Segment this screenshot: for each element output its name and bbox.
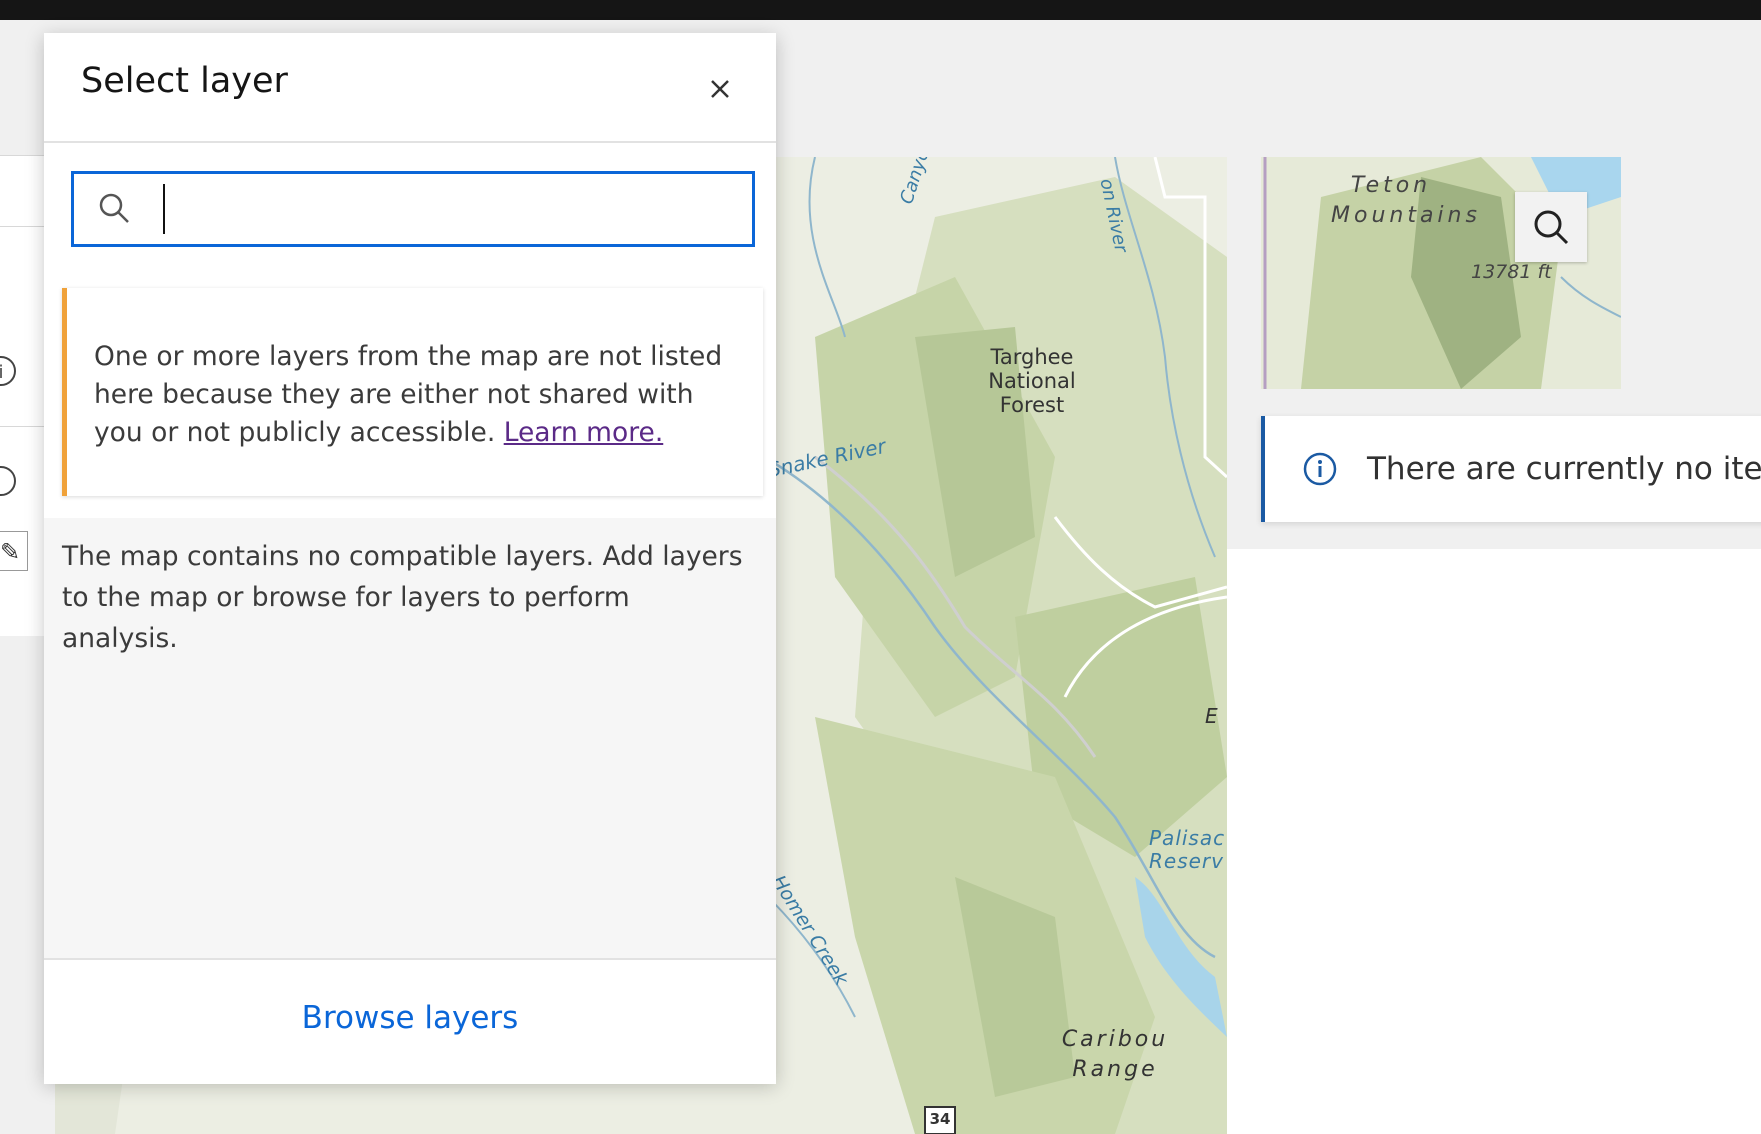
layer-list-area: The map contains no compatible layers. A… [44, 518, 776, 958]
divider [0, 226, 46, 227]
search-icon [99, 193, 129, 223]
empty-message: The map contains no compatible layers. A… [62, 541, 743, 654]
warning-message: One or more layers from the map are not … [94, 338, 734, 452]
layer-search-input[interactable] [166, 184, 740, 236]
map-label-caribou: Caribou Range [1061, 1027, 1169, 1082]
top-bar [0, 0, 1761, 20]
warning-notice: One or more layers from the map are not … [62, 288, 763, 496]
text-caret [163, 184, 165, 234]
learn-more-link[interactable]: Learn more. [504, 417, 664, 448]
info-icon [1303, 452, 1337, 486]
dialog-header: Select layer [44, 33, 776, 143]
overview-label-teton: Teton Mountains [1331, 173, 1481, 228]
overview-label-elevation: 13781 ft [1471, 261, 1552, 283]
info-notice: There are currently no item [1261, 416, 1761, 522]
dialog-footer: Browse layers [44, 958, 776, 1084]
overview-search-button[interactable] [1515, 192, 1587, 262]
browse-layers-button[interactable]: Browse layers [44, 1000, 776, 1036]
dialog-title: Select layer [81, 61, 288, 101]
close-button[interactable] [700, 69, 740, 109]
map-label-palisades: Palisac Reserv [1149, 826, 1226, 873]
info-tool-icon[interactable]: i [0, 356, 16, 386]
notice-text: There are currently no item [1367, 451, 1761, 487]
map-label-edge: E [1205, 704, 1218, 728]
circle-tool-icon[interactable] [0, 466, 16, 496]
layer-search-field[interactable] [71, 171, 755, 247]
map-label-targhee: Targhee National Forest [988, 345, 1076, 418]
select-layer-dialog: Select layer One or more layers from the… [44, 33, 776, 1084]
left-toolbar: i ✎ [0, 155, 46, 636]
map-label-route: 34 [929, 1110, 951, 1128]
close-icon [711, 80, 729, 98]
results-panel [1227, 549, 1761, 1134]
search-icon [1534, 210, 1569, 245]
divider [0, 426, 46, 427]
pencil-icon[interactable]: ✎ [0, 531, 28, 571]
